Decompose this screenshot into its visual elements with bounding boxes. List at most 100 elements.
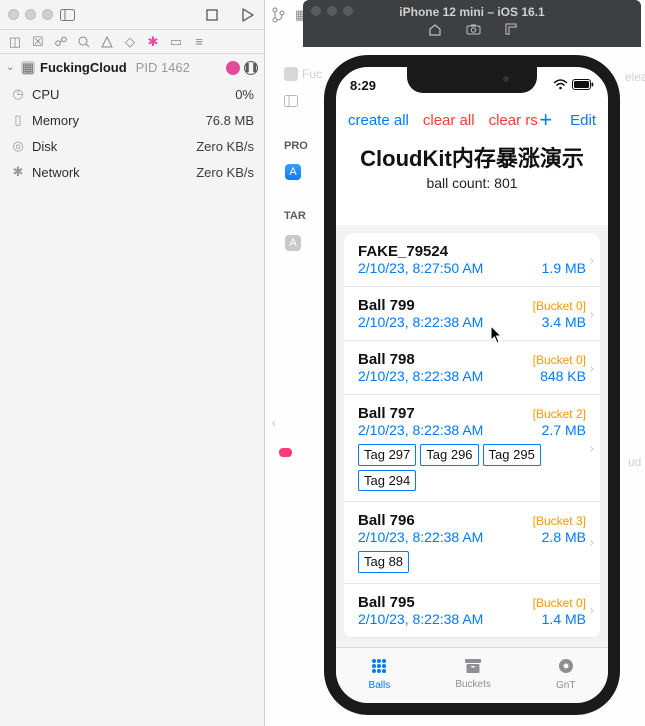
row-size: 1.9 MB [542, 260, 586, 276]
minimap-marker-icon [279, 448, 292, 457]
tag-chip[interactable]: Tag 297 [358, 444, 416, 466]
list-row[interactable]: Ball 795[Bucket 0]2/10/23, 8:22:38 AM1.4… [344, 584, 600, 638]
traffic-lights[interactable] [8, 9, 53, 20]
box-x-icon[interactable]: ☒ [31, 35, 45, 49]
row-size: 2.8 MB [542, 529, 586, 545]
faint-ud-label: ud [628, 455, 641, 469]
row-date: 2/10/23, 8:22:38 AM [358, 611, 483, 627]
iphone-device-frame: 8:29 create all clear all clear rs + Edi… [324, 55, 620, 715]
tab-balls[interactable]: Balls [369, 657, 391, 691]
close-icon[interactable] [8, 9, 19, 20]
create-all-button[interactable]: create all [348, 112, 409, 129]
disclosure-triangle-icon[interactable]: ⌄ [6, 62, 16, 73]
list-row[interactable]: Ball 796[Bucket 3]2/10/23, 8:22:38 AM2.8… [344, 502, 600, 584]
row-name: Ball 797 [358, 405, 415, 422]
appstore-icon: A [285, 164, 301, 180]
tag-chip[interactable]: Tag 294 [358, 470, 416, 492]
row-name: FAKE_79524 [358, 243, 448, 260]
tag-chip[interactable]: Tag 295 [483, 444, 541, 466]
row-bucket: [Bucket 3] [533, 514, 586, 528]
clear-rs-button[interactable]: clear rs [489, 112, 538, 129]
row-bucket: [Bucket 2] [533, 407, 586, 421]
debugger-pane: ◫ ☒ ☍ ◇ ✱ ▭ ≡ ⌄ ▦ FuckingCloud PID 1462 … [0, 0, 265, 726]
tag-icon[interactable]: ◇ [123, 35, 137, 49]
app-navbar: create all clear all clear rs + Edit [336, 103, 608, 137]
simulator-title: iPhone 12 mini – iOS 16.1 [399, 5, 544, 19]
chevron-right-icon: › [590, 252, 594, 267]
section-pro: PRO [284, 140, 308, 152]
list-scroll[interactable]: FAKE_795242/10/23, 8:27:50 AM1.9 MB›Ball… [336, 225, 608, 647]
pause-icon[interactable]: ❚❚ [244, 61, 258, 75]
list-row[interactable]: FAKE_795242/10/23, 8:27:50 AM 1.9 MB › [344, 233, 600, 287]
row-date: 2/10/23, 8:22:38 AM [358, 422, 483, 438]
row-date: 2/10/23, 8:27:50 AM [358, 260, 483, 276]
row-bucket: [Bucket 0] [533, 596, 586, 610]
tab-label: Balls [369, 680, 391, 691]
navigator-toolbar: ◫ ☒ ☍ ◇ ✱ ▭ ≡ [0, 30, 264, 54]
disk-icon: ◎ [10, 138, 26, 154]
external-icon[interactable] [505, 23, 517, 39]
tab-bar: Balls Buckets GnT [336, 647, 608, 703]
list-icon[interactable]: ≡ [192, 35, 206, 49]
chevron-right-icon: › [590, 360, 594, 375]
battery-icon [572, 78, 594, 93]
list-row[interactable]: Ball 799[Bucket 0]2/10/23, 8:22:38 AM3.4… [344, 287, 600, 341]
metric-value: 76.8 MB [206, 113, 254, 128]
edit-button[interactable]: Edit [570, 112, 596, 129]
play-icon[interactable] [240, 7, 256, 23]
tab-gnt[interactable]: GnT [556, 657, 575, 691]
doc-icon[interactable]: ▭ [169, 35, 183, 49]
list-row[interactable]: Ball 797[Bucket 2]2/10/23, 8:22:38 AM2.7… [344, 395, 600, 502]
metric-disk[interactable]: ◎ Disk Zero KB/s [6, 133, 258, 159]
sidebar-left-icon[interactable] [59, 7, 75, 23]
minimize-icon[interactable] [25, 9, 36, 20]
tag-list: Tag 297Tag 296Tag 295 Tag 294 [358, 444, 586, 491]
chevron-right-icon: › [590, 535, 594, 550]
stop-icon[interactable] [204, 7, 220, 23]
section-tar: TAR [284, 210, 306, 222]
tab-label: Buckets [455, 679, 491, 690]
chevron-right-icon: › [590, 603, 594, 618]
search-icon[interactable] [77, 35, 91, 49]
warning-icon[interactable] [100, 35, 114, 49]
grid-icon [370, 657, 388, 678]
metric-value: Zero KB/s [196, 139, 254, 154]
wifi-icon [553, 78, 568, 93]
tag-chip[interactable]: Tag 88 [358, 551, 409, 573]
tag-chip[interactable]: Tag 296 [420, 444, 478, 466]
process-row[interactable]: ⌄ ▦ FuckingCloud PID 1462 ❚❚ [0, 54, 264, 81]
zoom-icon[interactable] [42, 9, 53, 20]
row-bucket: [Bucket 0] [533, 353, 586, 367]
list-row[interactable]: Ball 798[Bucket 0]2/10/23, 8:22:38 AM848… [344, 341, 600, 395]
minimize-icon[interactable] [327, 6, 337, 16]
row-size: 1.4 MB [542, 611, 586, 627]
gear-icon [557, 657, 575, 678]
metric-label: Memory [32, 113, 206, 128]
hierarchy-icon[interactable]: ☍ [54, 35, 68, 49]
clear-all-button[interactable]: clear all [423, 112, 475, 129]
app-icon: ▦ [21, 61, 35, 75]
chevron-right-icon: › [590, 306, 594, 321]
home-icon[interactable] [428, 23, 442, 39]
tab-buckets[interactable]: Buckets [455, 658, 491, 690]
metric-value: Zero KB/s [196, 165, 254, 180]
zoom-icon[interactable] [343, 6, 353, 16]
spray-icon[interactable]: ✱ [146, 35, 160, 49]
sim-traffic-lights[interactable] [311, 6, 353, 16]
process-pid: PID 1462 [136, 60, 190, 75]
metric-cpu[interactable]: ◷ CPU 0% [6, 81, 258, 107]
tag-list: Tag 88 [358, 551, 586, 573]
metric-network[interactable]: ✱ Network Zero KB/s [6, 159, 258, 185]
folder-arrow-icon[interactable]: ◫ [8, 35, 22, 49]
metric-memory[interactable]: ▯ Memory 76.8 MB [6, 107, 258, 133]
side-toggle-icon[interactable] [284, 95, 298, 110]
chevron-left-icon[interactable]: ‹ [272, 418, 276, 430]
row-name: Ball 799 [358, 297, 415, 314]
metric-label: Disk [32, 139, 196, 154]
status-time: 8:29 [350, 78, 376, 93]
add-button[interactable]: + [539, 109, 552, 131]
close-icon[interactable] [311, 6, 321, 16]
branch-icon[interactable] [272, 7, 285, 26]
notch [407, 67, 537, 93]
screenshot-icon[interactable] [466, 23, 481, 39]
